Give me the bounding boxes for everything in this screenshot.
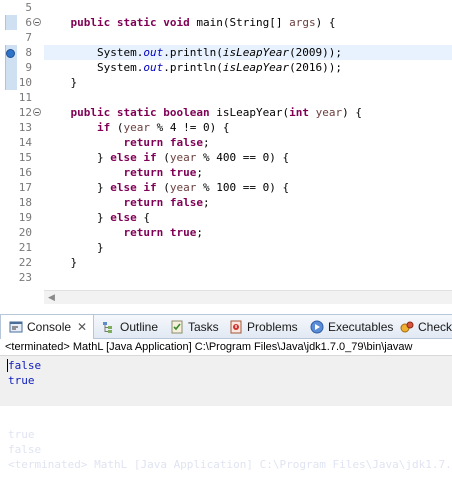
line-number: 16 [18, 166, 32, 179]
faded-reflection: true false <terminated> MathL [Java Appl… [0, 406, 452, 491]
code-line[interactable]: } [44, 240, 452, 255]
line-number: 20 [18, 226, 32, 239]
tasks-icon [170, 320, 184, 334]
code-line[interactable]: } else if (year % 100 == 0) { [44, 180, 452, 195]
tab-console[interactable]: Console ✕ [0, 315, 95, 339]
tab-label: Check [418, 320, 452, 334]
line-number: 7 [25, 31, 32, 44]
code-line[interactable]: return false; [44, 135, 452, 150]
code-line[interactable] [44, 30, 452, 45]
code-line[interactable] [44, 90, 452, 105]
console-output[interactable]: false true [0, 356, 452, 406]
code-line[interactable]: if (year % 4 != 0) { [44, 120, 452, 135]
code-line[interactable]: } else if (year % 400 == 0) { [44, 150, 452, 165]
code-line[interactable]: return true; [44, 165, 452, 180]
tab-problems[interactable]: Problems [229, 315, 298, 339]
tab-label: Console [27, 320, 72, 334]
code-line[interactable]: return false; [44, 195, 452, 210]
close-icon[interactable]: ✕ [77, 320, 87, 334]
fold-collapse-icon[interactable] [33, 108, 41, 116]
fold-collapse-icon[interactable] [33, 18, 41, 26]
line-number: 5 [25, 1, 32, 14]
console-status: <terminated> MathL [Java Application] C:… [0, 339, 452, 356]
tab-executables[interactable]: Executables [310, 315, 393, 339]
line-number: 19 [18, 211, 32, 224]
annotation-marker [5, 75, 17, 90]
text-caret [7, 359, 8, 372]
code-line[interactable]: System.out.println(isLeapYear(2016)); [44, 60, 452, 75]
code-line[interactable]: } else { [44, 210, 452, 225]
code-line[interactable]: public static boolean isLeapYear(int yea… [44, 105, 452, 120]
tab-tasks[interactable]: Tasks [170, 315, 219, 339]
console-output-line: false [8, 359, 42, 372]
executables-icon [310, 320, 324, 334]
line-number: 18 [18, 196, 32, 209]
ide-window: 5 6 7 8 9 10 11 12 13 14 15 16 17 18 19 … [0, 0, 452, 491]
code-editor[interactable]: 5 6 7 8 9 10 11 12 13 14 15 16 17 18 19 … [0, 0, 452, 306]
tab-label: Outline [120, 320, 159, 334]
line-number: 17 [18, 181, 32, 194]
line-number: 9 [25, 61, 32, 74]
line-number: 14 [18, 136, 32, 149]
console-icon [9, 320, 23, 334]
code-line[interactable]: return true; [44, 225, 452, 240]
code-line[interactable] [44, 270, 452, 285]
line-number: 23 [18, 271, 32, 284]
check-icon [400, 320, 414, 334]
code-line[interactable]: } [44, 255, 452, 270]
code-line-current[interactable]: System.out.println(isLeapYear(2009)); [44, 45, 452, 60]
tab-label: Executables [328, 320, 394, 334]
scroll-left-icon[interactable]: ◀ [48, 291, 55, 304]
tab-outline[interactable]: Outline [102, 315, 158, 339]
annotation-marker [5, 60, 17, 75]
tab-label: Problems [247, 320, 298, 334]
line-number: 21 [18, 241, 32, 254]
line-number: 13 [18, 121, 32, 134]
line-number: 11 [18, 91, 32, 104]
line-number: 10 [18, 76, 32, 89]
line-number: 12 [18, 106, 32, 119]
line-number: 15 [18, 151, 32, 164]
line-number: 8 [25, 46, 32, 59]
line-number: 22 [18, 256, 32, 269]
tab-label: Tasks [188, 320, 219, 334]
problems-icon [229, 320, 243, 334]
view-tab-bar: Console ✕ Outline Tasks Problems Executa… [0, 314, 452, 339]
code-line[interactable]: } [44, 75, 452, 90]
console-output-line: true [8, 374, 35, 387]
faded-line: true [8, 428, 35, 441]
horizontal-scrollbar[interactable]: ◀ [44, 290, 452, 304]
code-line[interactable]: public static void main(String[] args) { [44, 15, 452, 30]
code-line[interactable] [44, 0, 452, 15]
editor-gutter: 5 6 7 8 9 10 11 12 13 14 15 16 17 18 19 … [0, 0, 44, 290]
outline-icon [102, 320, 116, 334]
faded-line: false [8, 443, 42, 456]
annotation-marker [5, 15, 17, 30]
faded-line: <terminated> MathL [Java Application] C:… [8, 458, 452, 471]
line-number: 6 [25, 16, 32, 29]
breakpoint-icon[interactable] [6, 49, 15, 58]
tab-check[interactable]: Check [400, 315, 452, 339]
